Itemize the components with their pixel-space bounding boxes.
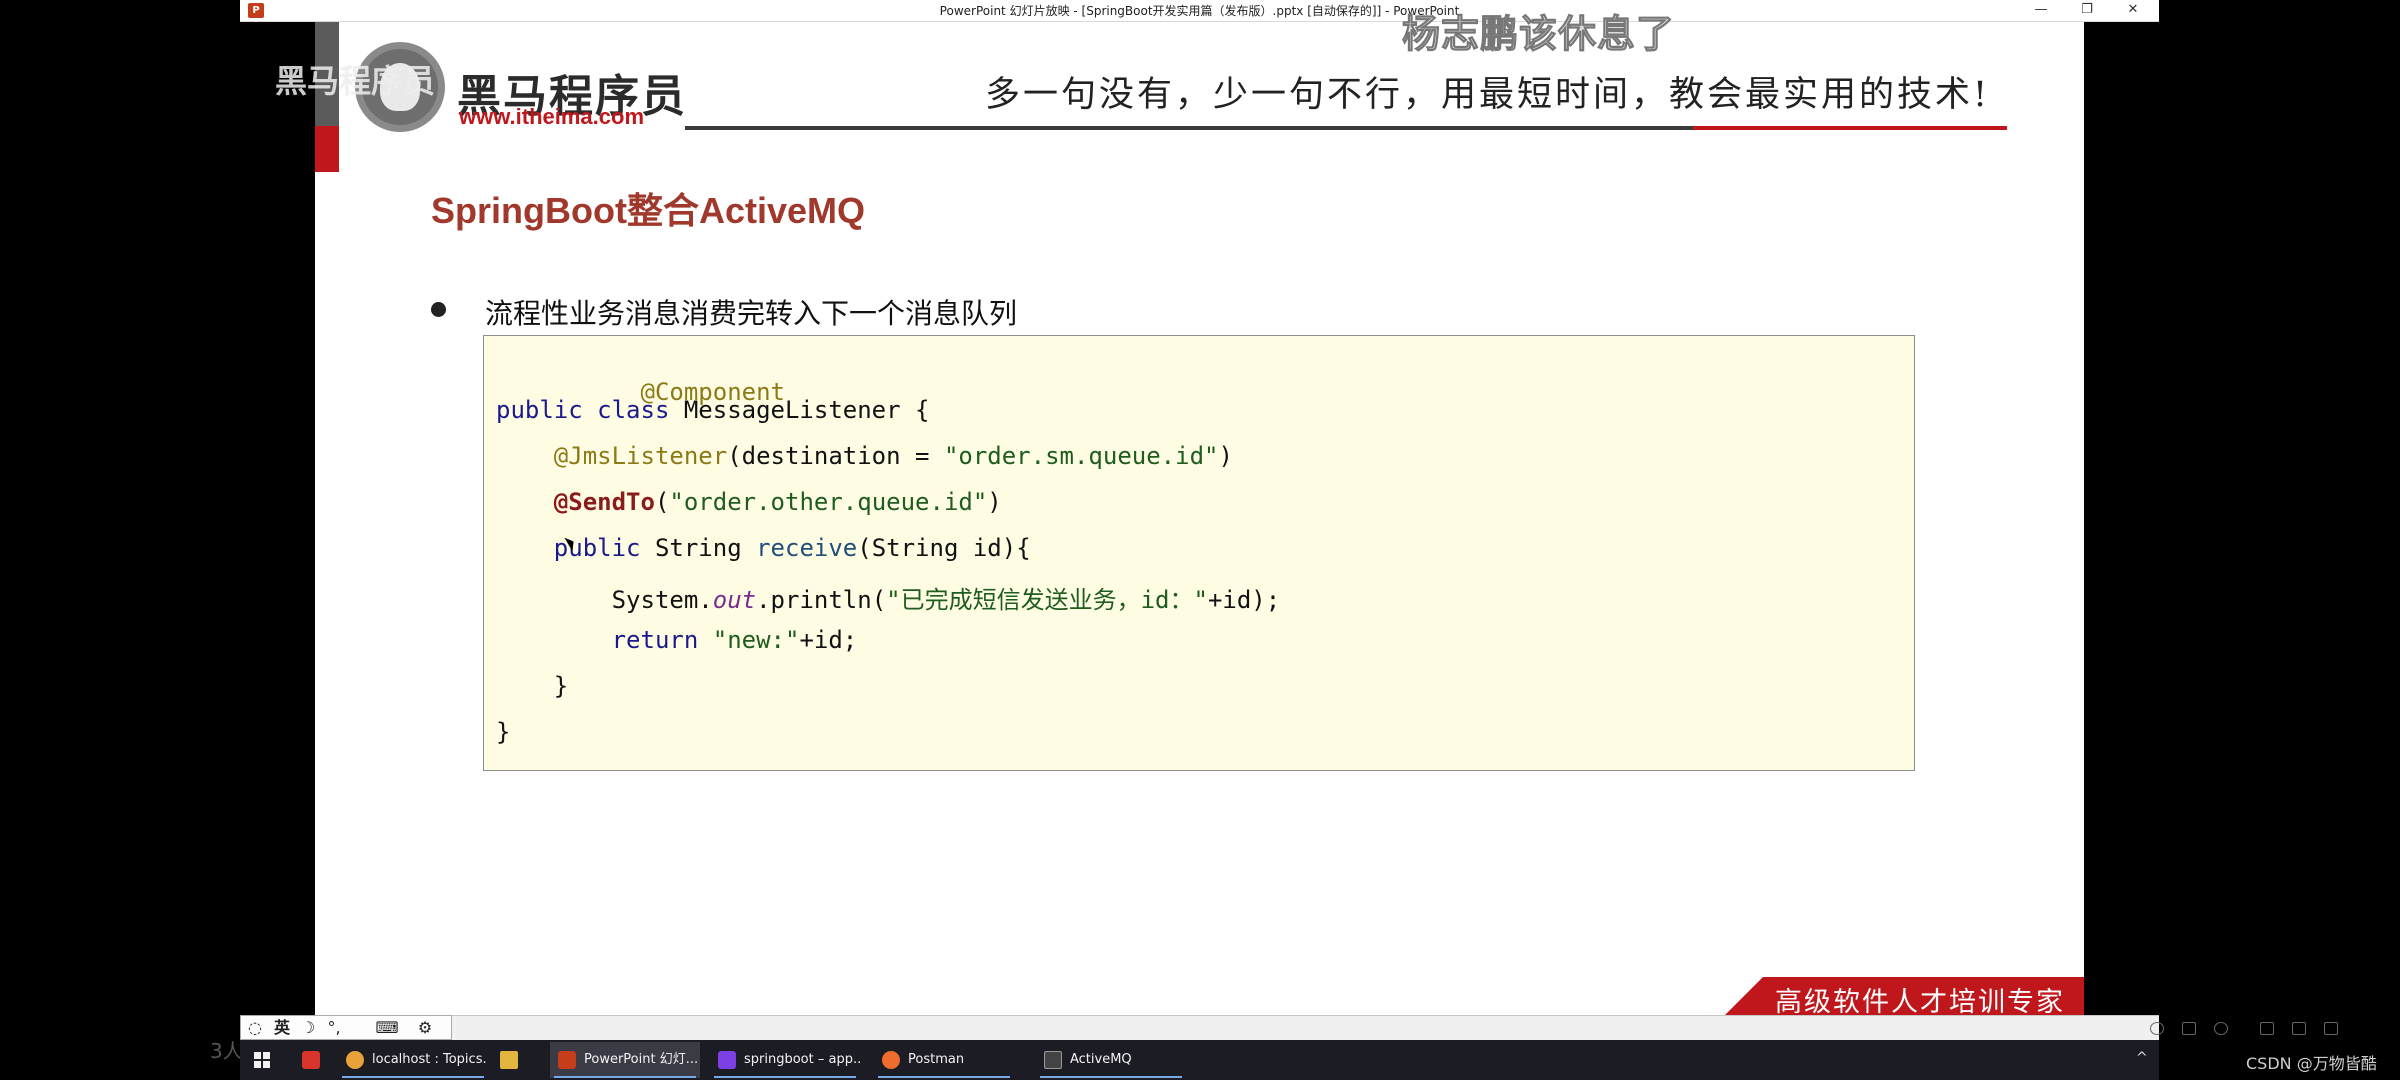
code-keyword: public class bbox=[496, 396, 670, 424]
windows-start-icon[interactable] bbox=[254, 1052, 270, 1068]
code-line: public class MessageListener { bbox=[496, 396, 929, 424]
code-text: System. bbox=[611, 586, 713, 614]
header-divider-accent bbox=[1693, 126, 2007, 130]
code-field: out bbox=[712, 586, 757, 614]
code-text: (String id){ bbox=[857, 534, 1031, 562]
ime-fullwidth-icon[interactable]: ☽ bbox=[297, 1018, 319, 1038]
previous-slide-icon[interactable] bbox=[2150, 1022, 2164, 1035]
tray-chevron-up-icon[interactable]: ^ bbox=[2136, 1050, 2148, 1066]
taskbar-item-label: localhost : Topics... bbox=[372, 1052, 488, 1067]
screen: P PowerPoint 幻灯片放映 - [SpringBoot开发实用篇（发布… bbox=[0, 0, 2400, 1080]
code-string: "已完成短信发送业务，id：" bbox=[886, 586, 1208, 614]
pause-icon[interactable] bbox=[2182, 1022, 2196, 1035]
code-text: MessageListener { bbox=[669, 396, 930, 424]
code-text: (destination = bbox=[727, 442, 944, 470]
code-line: } bbox=[496, 718, 510, 746]
taskbar-item-label: PowerPoint 幻灯... bbox=[584, 1052, 699, 1067]
bullet-icon bbox=[431, 302, 446, 317]
taskbar-item-label: springboot – app... bbox=[744, 1052, 860, 1067]
video-overlay-brand: 黑马程序员 bbox=[275, 62, 436, 100]
powerpoint-window: P PowerPoint 幻灯片放映 - [SpringBoot开发实用篇（发布… bbox=[240, 0, 2338, 1047]
intellij-icon bbox=[718, 1051, 736, 1069]
code-method: receive bbox=[756, 534, 858, 562]
code-line: System.out.println("已完成短信发送业务，id："+id); bbox=[496, 580, 1281, 615]
taskbar-app-antivirus[interactable] bbox=[294, 1042, 338, 1078]
windows-taskbar: localhost : Topics... PowerPoint 幻灯... s… bbox=[240, 1040, 2159, 1080]
taskbar-item-label: Postman bbox=[908, 1052, 965, 1067]
folder-icon bbox=[500, 1051, 518, 1069]
taskbar-item-label: ActiveMQ bbox=[1070, 1052, 1132, 1067]
minimize-button[interactable]: — bbox=[2018, 0, 2064, 22]
chrome-icon bbox=[346, 1051, 364, 1069]
code-text: } bbox=[496, 672, 569, 700]
bullet-text: 流程性业务消息消费完转入下一个消息队列 bbox=[485, 297, 1018, 330]
close-button[interactable]: ✕ bbox=[2110, 0, 2156, 22]
brand-url: www.itheima.com bbox=[459, 104, 645, 129]
slide-sorter-icon[interactable] bbox=[2292, 1022, 2306, 1035]
code-text: String bbox=[640, 534, 757, 562]
code-text: +id); bbox=[1207, 586, 1281, 614]
taskbar-item[interactable]: springboot – app... bbox=[710, 1042, 860, 1078]
code-line: return "new:"+id; bbox=[496, 626, 858, 654]
postman-icon bbox=[882, 1051, 900, 1069]
code-text: } bbox=[496, 718, 511, 746]
code-string: "order.sm.queue.id" bbox=[943, 442, 1219, 470]
slide-title: SpringBoot整合ActiveMQ bbox=[431, 190, 866, 231]
video-overlay-caption: 杨志鹏该休息了 bbox=[1401, 12, 1676, 57]
window-titlebar[interactable]: P PowerPoint 幻灯片放映 - [SpringBoot开发实用篇（发布… bbox=[240, 0, 2159, 22]
settings-icon[interactable]: ⚙ bbox=[411, 1018, 439, 1038]
code-text: +id; bbox=[799, 626, 858, 654]
app-icon bbox=[302, 1051, 320, 1069]
normal-view-icon[interactable] bbox=[2260, 1022, 2274, 1035]
taskbar-item-explorer[interactable] bbox=[492, 1042, 536, 1078]
next-slide-icon[interactable] bbox=[2214, 1022, 2228, 1035]
code-line: @JmsListener(destination = "order.sm.que… bbox=[496, 442, 1233, 470]
logo-side-bar-red bbox=[315, 126, 339, 172]
code-string: "order.other.queue.id" bbox=[669, 488, 988, 516]
ime-punctuation-icon[interactable]: °, bbox=[323, 1018, 345, 1038]
restore-button[interactable]: ❐ bbox=[2064, 0, 2110, 22]
code-line: @SendTo("order.other.queue.id") bbox=[496, 488, 1002, 516]
taskbar-item[interactable]: localhost : Topics... bbox=[338, 1042, 488, 1078]
code-annotation: @JmsListener bbox=[553, 442, 728, 470]
code-text: ( bbox=[654, 488, 670, 516]
powerpoint-icon bbox=[558, 1051, 576, 1069]
header-divider bbox=[685, 126, 1693, 130]
reading-view-icon[interactable] bbox=[2324, 1022, 2338, 1035]
code-annotation: @SendTo bbox=[553, 488, 655, 516]
code-text: ) bbox=[1218, 442, 1233, 470]
slogan: 多一句没有，少一句不行，用最短时间，教会最实用的技术! bbox=[985, 75, 1991, 115]
code-text: .println( bbox=[756, 586, 887, 614]
taskbar-item[interactable]: PowerPoint 幻灯... bbox=[550, 1042, 700, 1078]
code-keyword: return bbox=[611, 626, 699, 654]
code-block: @Component public class MessageListener … bbox=[483, 335, 1915, 771]
taskbar-item[interactable]: ActiveMQ bbox=[1036, 1042, 1186, 1078]
code-text: ) bbox=[987, 488, 1002, 516]
watermark: CSDN @万物皆酷 bbox=[2246, 1054, 2377, 1073]
slide[interactable]: 黑马程序员 www.itheima.com 多一句没有，少一句不行，用最短时间，… bbox=[315, 22, 2084, 1015]
taskbar-item[interactable]: Postman bbox=[874, 1042, 1014, 1078]
terminal-icon bbox=[1044, 1051, 1062, 1069]
code-string: "new:" bbox=[712, 626, 800, 654]
window-title: PowerPoint 幻灯片放映 - [SpringBoot开发实用篇（发布版）… bbox=[939, 4, 1460, 18]
slideshow-statusbar bbox=[452, 1015, 2338, 1040]
code-line: } bbox=[496, 672, 568, 700]
footer-banner-text: 高级软件人才培训专家 bbox=[1775, 987, 2065, 1015]
keyboard-icon[interactable]: ⌨ bbox=[373, 1018, 401, 1038]
